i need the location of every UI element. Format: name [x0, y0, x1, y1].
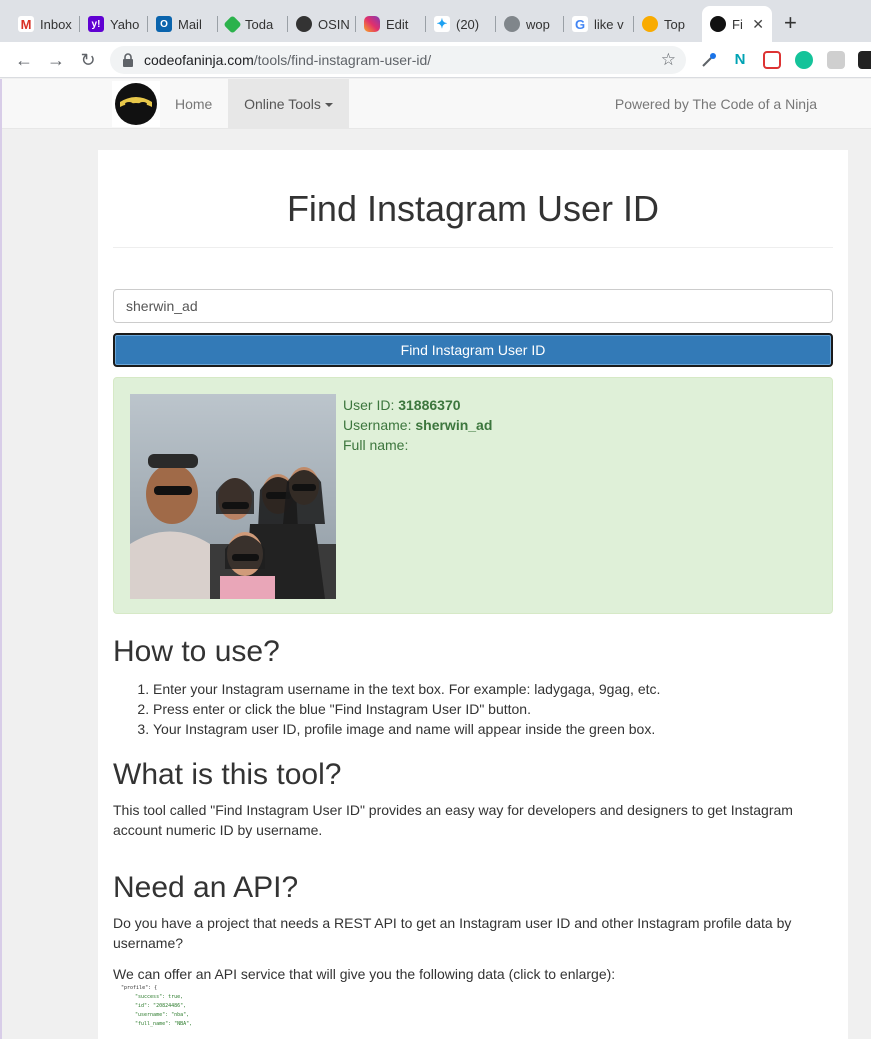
instagram-icon: [364, 16, 380, 32]
extension-n-icon[interactable]: N: [731, 51, 749, 69]
page-title: Find Instagram User ID: [286, 188, 660, 229]
browser-tab[interactable]: O Mail: [148, 8, 218, 40]
divider: [113, 247, 833, 248]
reload-icon[interactable]: ↻: [76, 48, 100, 72]
site-navbar: Home Online Tools Powered by The Code of…: [2, 79, 871, 129]
browser-tab[interactable]: OSIN: [288, 8, 356, 40]
browser-tab[interactable]: Top: [634, 8, 702, 40]
list-item: Press enter or click the blue "Find Inst…: [153, 699, 660, 719]
url-domain: codeofaninja.com: [144, 52, 254, 68]
browser-tab[interactable]: M Inbox: [10, 8, 80, 40]
powered-by-link[interactable]: Powered by The Code of a Ninja: [615, 79, 817, 129]
username-input[interactable]: sherwin_ad: [113, 289, 833, 323]
search-icon: [642, 16, 658, 32]
ninja-logo-icon: [115, 83, 157, 125]
need-api-heading: Need an API?: [113, 871, 299, 904]
fullname-label: Full name:: [343, 437, 409, 453]
api-text-1: Do you have a project that needs a REST …: [113, 915, 792, 951]
back-icon[interactable]: ←: [12, 48, 36, 72]
browser-tab[interactable]: G like v: [564, 8, 634, 40]
site-logo[interactable]: [112, 81, 160, 127]
code-line: "id": "20824486",: [135, 1003, 187, 1009]
caret-down-icon: [324, 103, 333, 108]
result-info: User ID: 31886370 Username: sherwin_ad F…: [343, 395, 492, 455]
api-text-2: We can offer an API service that will gi…: [113, 966, 616, 982]
api-sample-thumbnail[interactable]: "profile": { "success": true, "id": "208…: [113, 984, 253, 1039]
username-value: sherwin_ad: [415, 417, 493, 433]
browser-tab[interactable]: Edit: [356, 8, 426, 40]
profile-image: [130, 394, 336, 599]
browser-tab[interactable]: wop: [496, 8, 564, 40]
browser-tab-active[interactable]: Fi ✕: [702, 6, 772, 42]
eyedropper-icon[interactable]: [700, 51, 718, 69]
code-line: "full_name": "NBA",: [135, 1021, 193, 1027]
code-line: "success": true,: [135, 994, 184, 1000]
close-icon[interactable]: ✕: [752, 16, 764, 33]
steps-list: Enter your Instagram username in the tex…: [153, 679, 660, 739]
twitter-icon: ✦: [434, 16, 450, 32]
forward-icon[interactable]: →: [44, 48, 68, 72]
globe-icon: [296, 16, 312, 32]
list-item: Enter your Instagram username in the tex…: [153, 679, 660, 699]
what-is-heading: What is this tool?: [113, 758, 342, 791]
ninja-icon: [710, 16, 726, 32]
nav-online-tools-dropdown[interactable]: Online Tools: [228, 79, 349, 129]
yahoo-icon: y!: [88, 16, 104, 32]
browser-tab-strip: M Inbox y! Yaho O Mail Toda OSIN Edit ✦ …: [0, 0, 871, 42]
google-icon: G: [572, 16, 588, 32]
nav-home-link[interactable]: Home: [160, 79, 227, 129]
what-is-text: This tool called "Find Instagram User ID…: [113, 802, 793, 838]
extensions-puzzle-icon[interactable]: [858, 51, 871, 69]
outlook-icon: O: [156, 16, 172, 32]
browser-tab[interactable]: Toda: [218, 8, 288, 40]
address-bar[interactable]: codeofaninja.com/tools/find-instagram-us…: [110, 46, 686, 74]
user-id-value: 31886370: [398, 397, 461, 413]
username-label: Username:: [343, 417, 412, 433]
url-path: /tools/find-instagram-user-id/: [253, 52, 432, 68]
globe-icon: [504, 16, 520, 32]
lock-icon: [123, 53, 133, 67]
extension-screen-icon[interactable]: [763, 51, 781, 69]
bookmark-star-icon[interactable]: ☆: [661, 50, 676, 70]
browser-tab[interactable]: y! Yaho: [80, 8, 148, 40]
web-page: Home Online Tools Powered by The Code of…: [0, 79, 871, 1039]
find-user-id-button[interactable]: Find Instagram User ID: [113, 333, 833, 367]
extension-gray-icon[interactable]: [827, 51, 845, 69]
result-box: User ID: 31886370 Username: sherwin_ad F…: [113, 377, 833, 614]
main-card: Find Instagram User ID sherwin_ad Find I…: [98, 150, 848, 1039]
code-line: "username": "nba",: [135, 1012, 190, 1018]
how-to-use-heading: How to use?: [113, 635, 280, 668]
new-tab-button[interactable]: +: [784, 12, 797, 34]
user-id-label: User ID:: [343, 397, 395, 413]
gmail-icon: M: [18, 16, 34, 32]
list-item: Your Instagram user ID, profile image an…: [153, 719, 660, 739]
browser-toolbar: ← → ↻ codeofaninja.com/tools/find-instag…: [0, 42, 871, 78]
grammarly-icon[interactable]: [795, 51, 813, 69]
feedly-icon: [223, 14, 242, 34]
nav-online-tools-label: Online Tools: [244, 96, 321, 112]
browser-tab[interactable]: ✦ (20): [426, 8, 496, 40]
code-line: "profile": {: [121, 985, 158, 991]
